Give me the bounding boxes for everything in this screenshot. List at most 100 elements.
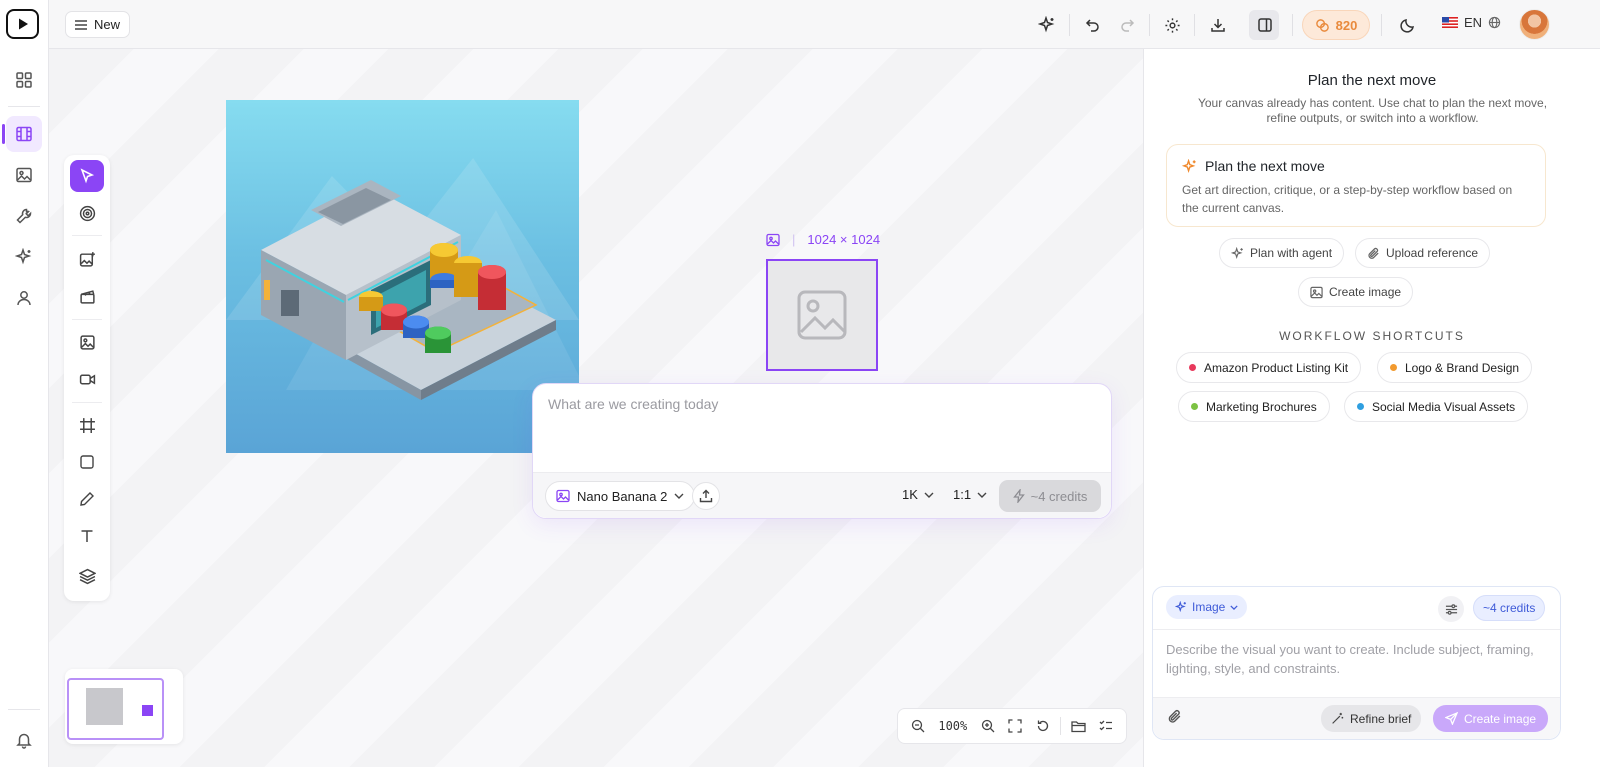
aspect-ratio-selector[interactable]: 1:1: [953, 487, 987, 502]
workflow-marketing-brochures[interactable]: Marketing Brochures: [1178, 391, 1330, 422]
reset-icon: [1037, 720, 1048, 732]
redo-button[interactable]: [1114, 12, 1140, 38]
text-tool[interactable]: [70, 520, 104, 552]
aspect-ratio-label: 1:1: [953, 487, 972, 502]
toggle-panel-button[interactable]: [1249, 10, 1279, 40]
zoom-out-button[interactable]: [905, 713, 930, 739]
undo-icon: [1085, 19, 1099, 32]
undo-button[interactable]: [1080, 12, 1106, 38]
workflow-dot: [1390, 364, 1397, 371]
tool-divider: [72, 319, 102, 320]
image-icon: [16, 167, 32, 183]
minimap-image-thumb: [86, 688, 123, 725]
app-logo[interactable]: [6, 9, 39, 39]
plan-card[interactable]: Plan the next move Get art direction, cr…: [1166, 144, 1546, 227]
ai-assist-button[interactable]: [1034, 12, 1060, 38]
checklist-button[interactable]: [1094, 713, 1119, 739]
panel-title: Plan the next move: [1307, 72, 1437, 89]
chevron-down-icon: [924, 492, 934, 498]
target-tool[interactable]: [70, 197, 104, 229]
user-avatar[interactable]: [1519, 9, 1550, 40]
prompt-footer: Nano Banana 2 1K 1:1 ~4 credits: [533, 472, 1111, 518]
workflow-label: Social Media Visual Assets: [1372, 399, 1516, 414]
ai-video-tool[interactable]: [70, 280, 104, 312]
rail-notifications-button[interactable]: [6, 722, 42, 758]
wrench-icon: [16, 208, 32, 224]
rail-profile-button[interactable]: [6, 280, 42, 316]
placeholder-dimensions: | 1024 × 1024: [766, 232, 880, 247]
download-button[interactable]: [1205, 12, 1231, 38]
rail-tools-button[interactable]: [6, 198, 42, 234]
workflow-shortcuts-heading: WORKFLOW SHORTCUTS: [1279, 329, 1465, 343]
create-image-button[interactable]: Create image: [1433, 705, 1549, 732]
settings-sliders-button[interactable]: [1438, 596, 1464, 622]
moon-icon: [1400, 19, 1414, 33]
image-placeholder-frame[interactable]: [766, 259, 878, 371]
refine-brief-button[interactable]: Refine brief: [1321, 705, 1422, 732]
shape-tool[interactable]: [70, 446, 104, 478]
upload-icon: [699, 489, 713, 503]
pen-tool[interactable]: [70, 483, 104, 515]
generated-image[interactable]: [226, 100, 579, 453]
generate-cost: ~4 credits: [1030, 488, 1088, 504]
magic-wand-icon: [1332, 712, 1344, 724]
model-selector[interactable]: Nano Banana 2: [545, 481, 696, 511]
minimap[interactable]: [65, 669, 183, 744]
open-folder-button[interactable]: [1066, 713, 1091, 739]
film-icon: [16, 126, 32, 142]
ai-image-tool[interactable]: [70, 243, 104, 275]
prompt-input[interactable]: What are we creating today: [548, 396, 718, 412]
credits-badge[interactable]: 820: [1302, 10, 1370, 40]
attach-button[interactable]: [1167, 709, 1182, 729]
sparkle-icon: [1182, 158, 1196, 173]
image-sparkle-icon: [79, 251, 95, 267]
reset-view-button[interactable]: [1030, 713, 1055, 739]
target-icon: [79, 205, 95, 221]
zoom-level[interactable]: 100%: [932, 719, 973, 733]
workflow-logo-brand[interactable]: Logo & Brand Design: [1377, 352, 1533, 383]
new-button[interactable]: New: [65, 11, 131, 38]
sparkle-icon: [15, 248, 32, 265]
dimensions-label: 1024 × 1024: [807, 232, 881, 247]
rail-ai-button[interactable]: [6, 239, 42, 275]
select-tool[interactable]: [70, 160, 104, 192]
plan-with-agent-chip[interactable]: Plan with agent: [1219, 238, 1345, 268]
agent-panel: Plan the next move Your canvas already h…: [1143, 49, 1600, 767]
canvas-area[interactable]: | 1024 × 1024 What are we creating today…: [49, 49, 1143, 767]
zoom-in-button[interactable]: [975, 713, 1000, 739]
image-tool[interactable]: [70, 326, 104, 358]
tool-divider: [72, 402, 102, 403]
bell-icon: [16, 733, 32, 749]
tool-palette: [64, 155, 110, 601]
rail-canvas-button[interactable]: [2, 116, 42, 152]
layers-tool[interactable]: [70, 560, 104, 592]
pencil-icon: [80, 492, 94, 506]
settings-button[interactable]: [1159, 12, 1185, 38]
minimap-viewport[interactable]: [67, 678, 164, 740]
resolution-selector[interactable]: 1K: [902, 487, 934, 502]
rail-images-button[interactable]: [6, 157, 42, 193]
image-icon: [79, 334, 95, 350]
workflow-social-media[interactable]: Social Media Visual Assets: [1344, 391, 1529, 422]
workflow-amazon-listing[interactable]: Amazon Product Listing Kit: [1176, 352, 1362, 383]
upload-button[interactable]: [692, 482, 720, 510]
toolbar-divider: [1292, 14, 1293, 36]
us-flag-icon: [1442, 17, 1458, 28]
rail-divider: [8, 709, 40, 710]
rail-dashboard-button[interactable]: [6, 62, 42, 98]
frame-tool[interactable]: [70, 409, 104, 441]
video-tool[interactable]: [70, 363, 104, 395]
chevron-down-icon: [1230, 604, 1238, 610]
language-selector[interactable]: EN: [1442, 15, 1501, 30]
create-image-chip[interactable]: Create image: [1298, 277, 1414, 307]
dark-mode-button[interactable]: [1395, 12, 1421, 38]
fit-screen-button[interactable]: [1003, 713, 1028, 739]
chip-label: Upload reference: [1386, 246, 1479, 260]
image-icon: [766, 233, 780, 246]
generate-button[interactable]: ~4 credits: [999, 480, 1101, 512]
fit-screen-icon: [1008, 719, 1022, 733]
composer-input[interactable]: Describe the visual you want to create. …: [1166, 640, 1546, 678]
upload-reference-chip[interactable]: Upload reference: [1355, 238, 1491, 268]
workflow-label: Marketing Brochures: [1206, 399, 1317, 414]
mode-selector[interactable]: Image: [1166, 595, 1248, 619]
